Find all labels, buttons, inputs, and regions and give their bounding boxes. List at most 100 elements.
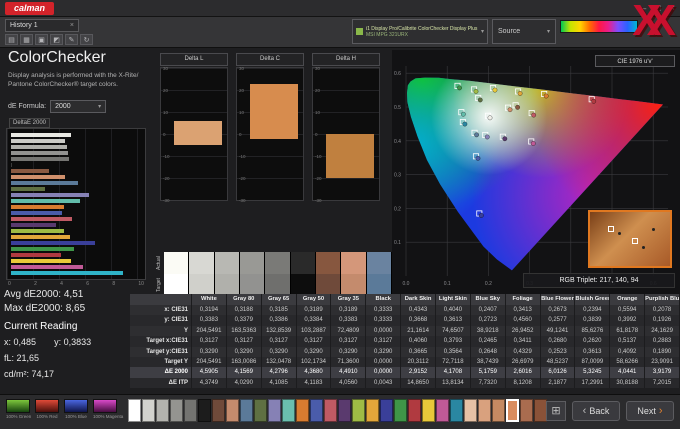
color-patch[interactable] [212, 399, 225, 422]
next-button[interactable]: Next › [626, 401, 674, 421]
color-patch[interactable] [170, 399, 183, 422]
color-patch[interactable] [352, 399, 365, 422]
color-patch[interactable] [464, 399, 477, 422]
table-cell: 4,5905 [192, 367, 227, 378]
color-patch[interactable] [128, 399, 141, 422]
saturation-chip[interactable]: 100% Magenta [93, 399, 123, 419]
refresh-icon[interactable]: ↻ [80, 34, 93, 45]
svg-text:0.5: 0.5 [394, 105, 401, 111]
color-patch[interactable] [478, 399, 491, 422]
color-patch[interactable] [324, 399, 337, 422]
swatch-actual [214, 252, 240, 274]
column-header: Purplish Blue [645, 294, 680, 305]
color-patch[interactable] [296, 399, 309, 422]
color-patch[interactable] [226, 399, 239, 422]
swatch-actual [366, 252, 392, 274]
swatch-actual [316, 252, 342, 274]
table-cell: 17,2991 [575, 377, 611, 388]
selected-color-patch[interactable] [506, 399, 519, 422]
table-cell: 14,8650 [401, 377, 436, 388]
color-patch[interactable] [450, 399, 463, 422]
table-cell: 0,2394 [575, 305, 611, 316]
color-patch[interactable] [366, 399, 379, 422]
chart-icon[interactable]: ▣ [35, 34, 48, 45]
de-bar [11, 265, 84, 269]
de-bar [11, 169, 49, 173]
color-patch[interactable] [254, 399, 267, 422]
history-tab[interactable]: History 1 × [5, 19, 79, 32]
color-patch[interactable] [184, 399, 197, 422]
saturation-chip[interactable]: 100% Green [6, 399, 31, 419]
table-cell: 0,3127 [226, 336, 262, 347]
table-cell: 0,0000 [366, 356, 402, 368]
history-tab-label: History 1 [10, 22, 38, 29]
table-cell: 26,9452 [505, 325, 541, 337]
table-cell: 0,3188 [226, 305, 262, 316]
table-cell: 4,1569 [226, 367, 262, 378]
color-patch[interactable] [268, 399, 281, 422]
table-cell: 7,2015 [645, 377, 680, 388]
color-patch[interactable] [240, 399, 253, 422]
de-formula-select[interactable]: 2000 ▾ [50, 100, 107, 113]
column-header: Black [366, 294, 402, 305]
color-patch[interactable] [282, 399, 295, 422]
watermark-xx: XX [632, 0, 676, 45]
grid-icon[interactable]: ▦ [20, 34, 33, 45]
de-chart-title: DeltaE 2000 [9, 118, 51, 128]
table-cell: 0,3290 [192, 346, 227, 357]
table-cell: 0,3665 [401, 346, 436, 357]
color-patch[interactable] [310, 399, 323, 422]
edit-icon[interactable]: ✎ [65, 34, 78, 45]
grid-view-button[interactable]: ⊞ [546, 401, 566, 421]
table-cell: 0,3413 [505, 305, 541, 316]
tab-close-icon[interactable]: × [70, 22, 74, 29]
table-cell: 0,2407 [470, 305, 506, 316]
meter-selector[interactable]: i1 Display Pro/Calibrite ColorChecker Di… [352, 19, 488, 44]
delta-l-chart: Delta L 30 20 10 0 -10 -20 -30 [160, 53, 228, 203]
table-cell: 0,2523 [540, 346, 576, 357]
color-patch[interactable] [338, 399, 351, 422]
measurement-table: White Gray 80 Gray 65 Gray 50 Gray 35 Black Da… [130, 294, 680, 388]
back-button[interactable]: ‹ Back [572, 401, 620, 421]
table-cell: 5,3245 [575, 367, 611, 378]
table-cell: 0,3333 [366, 315, 402, 326]
table-cell: 0,2673 [540, 305, 576, 316]
saturation-chip[interactable]: 100% Red [35, 399, 59, 419]
table-cell: 0,3613 [575, 346, 611, 357]
layout-icon[interactable]: ▤ [5, 34, 18, 45]
color-patch[interactable] [198, 399, 211, 422]
table-cell: 102,1734 [296, 356, 332, 368]
de-bar [11, 259, 72, 263]
color-patch[interactable] [436, 399, 449, 422]
color-patch[interactable] [520, 399, 533, 422]
delta-c-chart: Delta C 30 20 10 0 -10 -20 -30 [236, 53, 304, 203]
de2000-bar-chart [6, 128, 146, 280]
color-patch[interactable] [408, 399, 421, 422]
table-cell: 4,2796 [261, 367, 297, 378]
column-header: Blue Flower [540, 294, 576, 305]
color-patch[interactable] [492, 399, 505, 422]
table-cell: 0,4560 [505, 315, 541, 326]
source-selector[interactable]: Source ▾ [492, 19, 556, 44]
color-patch[interactable] [394, 399, 407, 422]
table-cell: 103,2887 [296, 325, 332, 337]
color-patch[interactable] [380, 399, 393, 422]
split-view-icon[interactable]: ◩ [50, 34, 63, 45]
de-bar [11, 163, 12, 167]
column-header: Gray 80 [226, 294, 262, 305]
table-cell: 204,5491 [192, 356, 227, 368]
color-patch[interactable] [422, 399, 435, 422]
table-cell: 30,8188 [610, 377, 646, 388]
table-cell: 61,8178 [610, 325, 646, 337]
color-patch[interactable] [142, 399, 155, 422]
de-bar [11, 175, 66, 179]
saturation-chip[interactable]: 100% Blue [64, 399, 88, 419]
table-cell: 2,1877 [540, 377, 576, 388]
delta-chart-title: Delta H [312, 53, 380, 66]
svg-text:0.3: 0.3 [394, 173, 401, 179]
row-header: y: CIE31 [130, 315, 192, 326]
color-patch[interactable] [156, 399, 169, 422]
column-header: Bluish Green [575, 294, 611, 305]
de-bar [11, 205, 64, 209]
svg-text:0.0: 0.0 [403, 281, 410, 287]
